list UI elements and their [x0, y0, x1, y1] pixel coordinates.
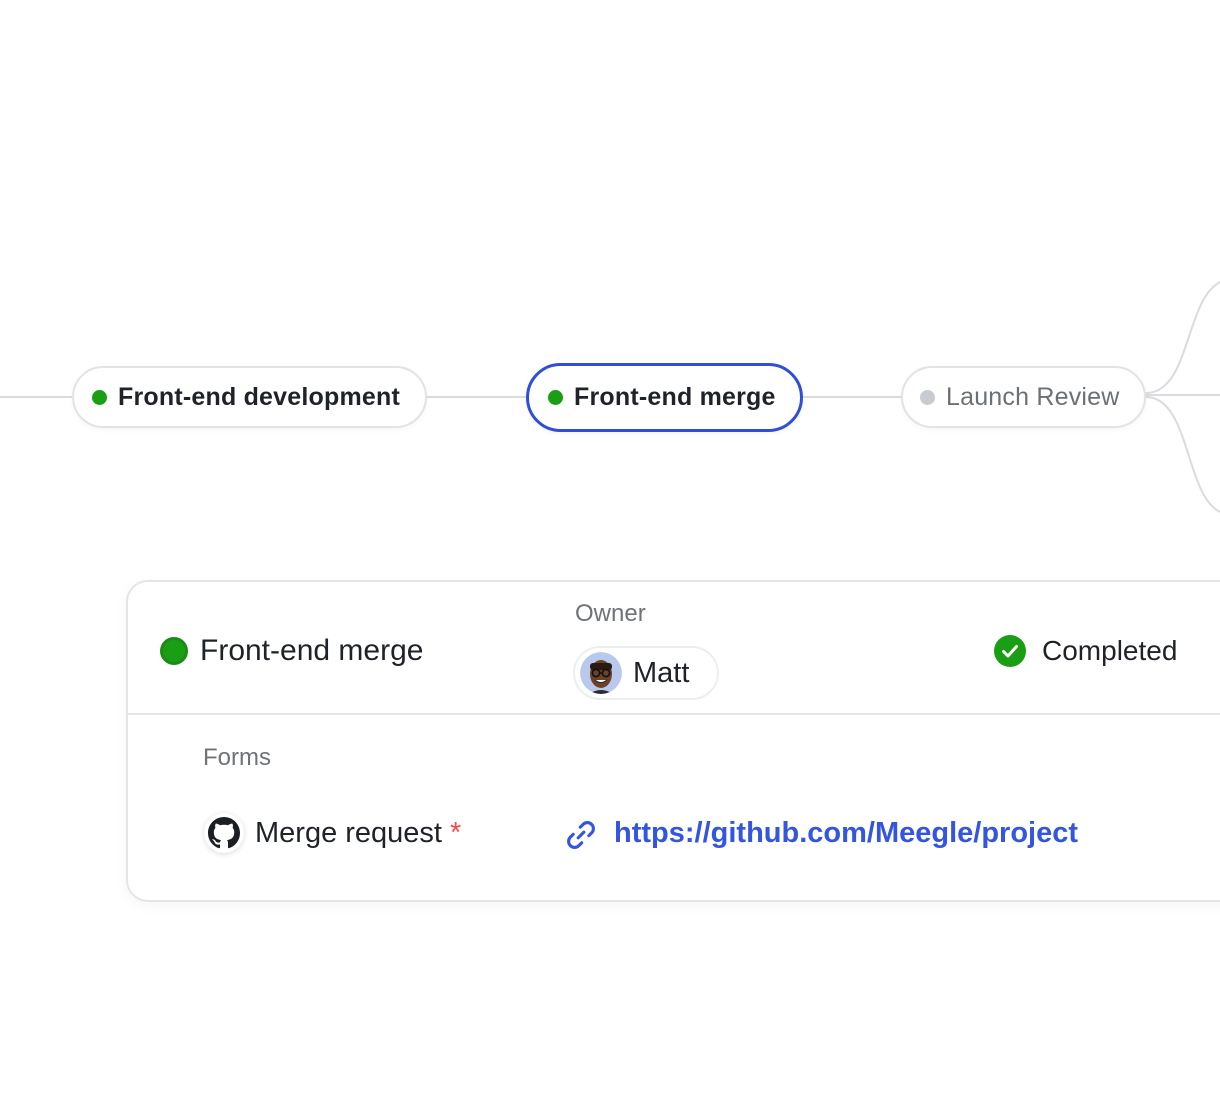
form-field-label: Merge request * [255, 817, 461, 850]
flow-node-label: Front-end development [118, 382, 400, 411]
flow-connectors [0, 281, 1220, 513]
status-dot-pending [920, 389, 935, 405]
owner-name: Matt [633, 656, 690, 689]
github-icon [204, 813, 244, 853]
connector-branch-down [1145, 396, 1220, 513]
status-dot-done [548, 390, 563, 405]
owner-chip[interactable]: Matt [573, 646, 719, 700]
check-circle-icon [994, 635, 1026, 667]
detail-title: Front-end merge [160, 634, 423, 668]
flow-node-front-end-merge[interactable]: Front-end merge [526, 363, 803, 432]
flow-node-launch-review[interactable]: Launch Review [901, 366, 1146, 428]
status-dot-done-large [160, 637, 188, 665]
flow-node-label: Front-end merge [574, 383, 776, 411]
connector-branch-up [1145, 281, 1220, 394]
merge-request-link[interactable]: https://github.com/Meegle/project [614, 817, 1078, 850]
status-indicator[interactable]: Completed [993, 634, 1177, 668]
owner-label: Owner [575, 600, 646, 627]
panel-divider [128, 713, 1220, 715]
link-icon [567, 821, 595, 849]
avatar [580, 652, 622, 694]
detail-title-text: Front-end merge [200, 634, 424, 667]
flow-node-front-end-development[interactable]: Front-end development [72, 366, 427, 428]
status-label: Completed [1042, 635, 1178, 666]
forms-section-label: Forms [203, 744, 271, 771]
flow-node-label: Launch Review [946, 382, 1120, 411]
node-detail-panel: Front-end merge Owner Matt Completed For… [126, 580, 1220, 902]
required-marker: * [450, 817, 462, 849]
status-dot-done [92, 389, 107, 405]
workflow-canvas: Front-end development Front-end merge La… [0, 0, 1220, 1120]
form-field-name: Merge request [255, 817, 442, 849]
